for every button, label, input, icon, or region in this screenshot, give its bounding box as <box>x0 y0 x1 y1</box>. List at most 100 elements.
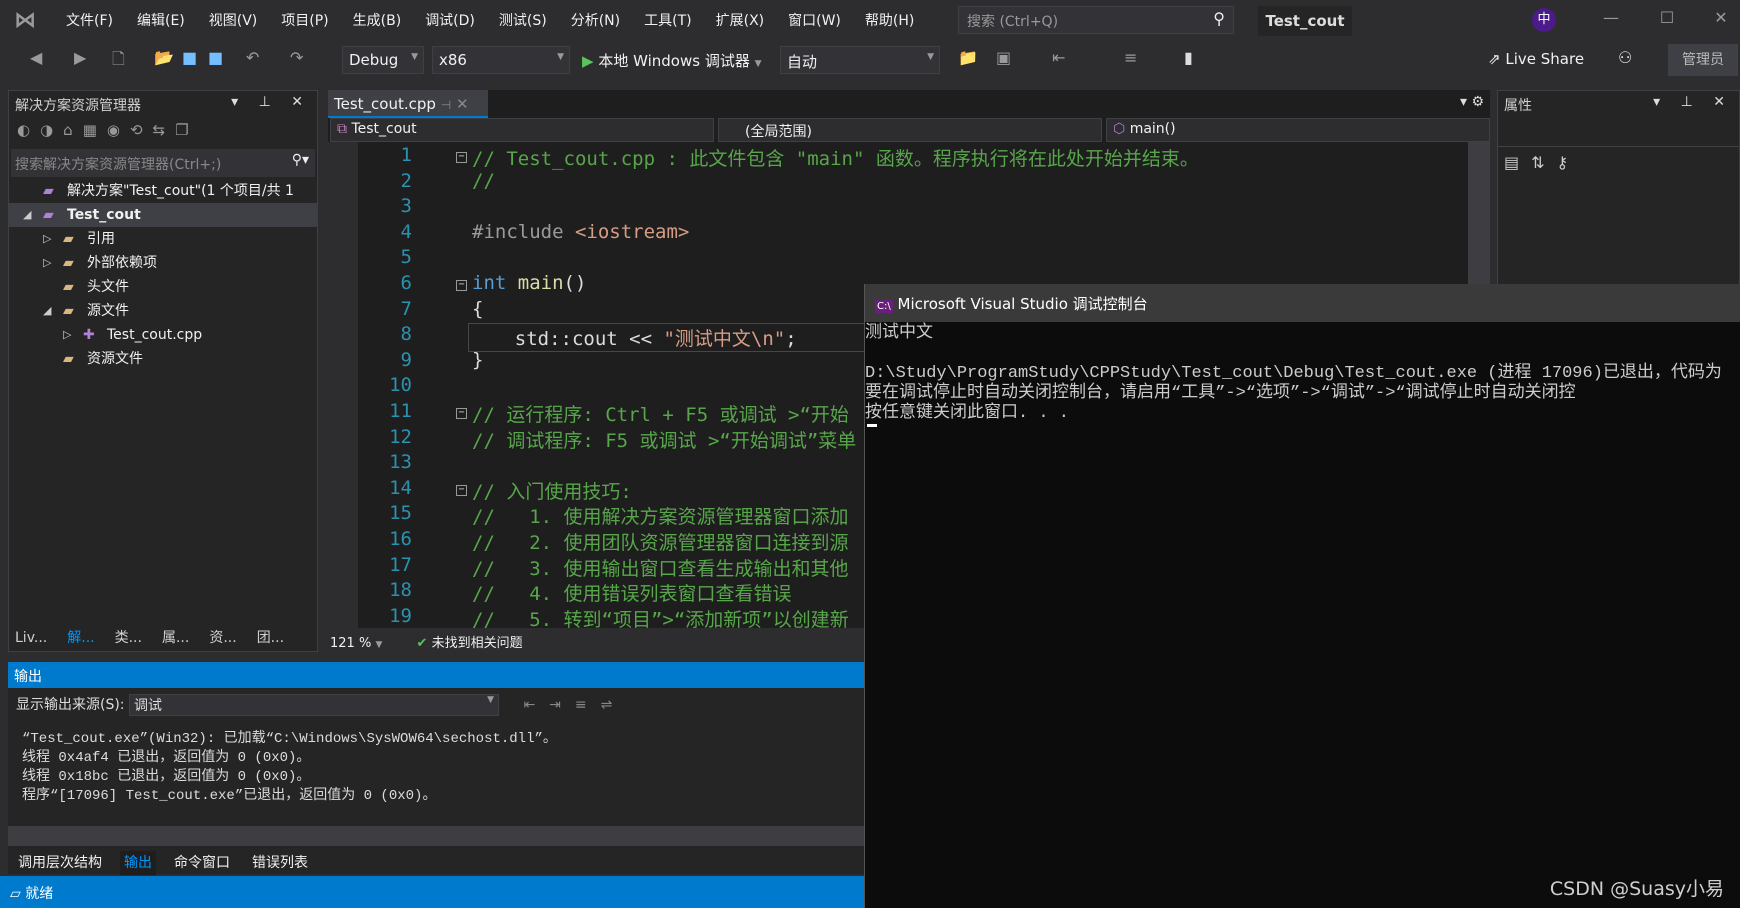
panel-controls[interactable]: ▾ ⊥ ✕ <box>1653 94 1733 110</box>
comment-icon[interactable]: ≡ <box>1124 48 1137 67</box>
solution-search-input[interactable]: 搜索解决方案资源管理器(Ctrl+;) ⚲▾ <box>11 149 315 177</box>
menu-item[interactable]: 项目(P) <box>269 10 340 30</box>
line-number: 10 <box>389 374 412 397</box>
run-mode-dropdown[interactable]: 自动 ▼ <box>780 46 940 74</box>
close-tab-icon[interactable]: ✕ <box>456 95 469 113</box>
menu-item[interactable]: 窗口(W) <box>776 10 853 30</box>
menu-item[interactable]: 扩展(X) <box>704 10 777 30</box>
menu-item[interactable]: 分析(N) <box>559 10 632 30</box>
expander-icon[interactable]: ◢ <box>43 299 51 323</box>
live-share-button[interactable]: ⇗ Live Share <box>1488 50 1584 68</box>
find-in-files-icon[interactable]: 📁 <box>958 48 978 67</box>
solution-toolbar[interactable]: ◐◑⌂▦◉⟲⇆❐ <box>9 117 317 149</box>
console-title-bar[interactable]: C:\ Microsoft Visual Studio 调试控制台 <box>865 284 1740 322</box>
member-nav-dropdown[interactable]: ⬡ main() <box>1106 118 1490 142</box>
tree-item[interactable]: ▷ ▰ 外部依赖项 <box>9 251 317 275</box>
feedback-icon[interactable]: ⚇ <box>1618 48 1632 67</box>
watermark: CSDN @Suasy小易 <box>1549 878 1724 900</box>
left-panel-tab[interactable]: 类... <box>115 630 142 646</box>
output-tab[interactable]: 错误列表 <box>248 851 312 875</box>
tree-item[interactable]: ▰解决方案"Test_cout"(1 个项目/共 1 个) <box>9 179 317 223</box>
code-line: } <box>472 349 483 371</box>
maximize-button[interactable]: ☐ <box>1652 8 1682 27</box>
scope-nav-dropdown[interactable]: (全局范围) <box>718 118 1102 142</box>
expander-icon[interactable]: ▷ <box>43 227 51 251</box>
live-share-label: Live Share <box>1505 50 1585 68</box>
menu-item[interactable]: 文件(F) <box>54 10 125 30</box>
step-icon[interactable]: ⇤ <box>1052 48 1065 67</box>
new-project-icon[interactable]: 🗋 <box>112 48 125 75</box>
fold-toggle-icon[interactable]: − <box>456 484 467 496</box>
platform-dropdown[interactable]: x86 ▼ <box>432 46 570 74</box>
project-nav-dropdown[interactable]: ⧉ Test_cout <box>330 118 714 142</box>
line-number: 8 <box>400 323 412 346</box>
left-panel-tab[interactable]: 属... <box>162 630 189 646</box>
output-source-dropdown[interactable]: 调试 ▼ <box>128 694 499 716</box>
expander-icon[interactable]: ▷ <box>43 251 51 275</box>
menu-item[interactable]: 工具(T) <box>632 10 703 30</box>
menu-item[interactable]: 生成(B) <box>341 10 414 30</box>
save-all-icon[interactable]: ■ <box>208 48 223 67</box>
status-text: 就绪 <box>25 886 54 902</box>
menu-item[interactable]: 帮助(H) <box>853 10 926 30</box>
tree-item[interactable]: ◢ ▰ 源文件 <box>9 299 317 323</box>
output-panel: 输出 显示输出来源(S): 调试 ▼ ⇤⇥≡⇌ “Test_cout.exe”(W… <box>8 662 864 875</box>
output-line: 程序“[17096] Test_cout.exe”已退出，返回值为 0 (0x0… <box>22 788 437 804</box>
code-token: // 3. 使用输出窗口查看生成输出和其他 <box>472 557 849 580</box>
tree-item-label: 外部依赖项 <box>87 255 157 271</box>
menu-item[interactable]: 视图(V) <box>197 10 270 30</box>
menu-item[interactable]: 测试(S) <box>487 10 559 30</box>
editor-options-icon[interactable]: ▾ ⚙ <box>1460 94 1484 110</box>
tree-item[interactable]: ◢ ▰ Test_cout <box>9 203 317 227</box>
tab-test-cout-cpp[interactable]: Test_cout.cpp ⊣ ✕ <box>328 90 488 118</box>
close-window-button[interactable]: ✕ <box>1706 8 1736 27</box>
fold-toggle-icon[interactable]: − <box>456 408 467 419</box>
save-icon[interactable]: ■ <box>182 48 197 67</box>
console-output: 测试中文 D:\Study\ProgramStudy\CPPStudy\Test_… <box>865 322 1740 424</box>
back-icon[interactable]: ◀ <box>30 48 42 67</box>
properties-toolbar[interactable]: ▤⇅⚷ <box>1498 147 1739 178</box>
code-token: // 调试程序: F5 或调试 >“开始调试”菜单 <box>472 429 857 452</box>
browser-icon[interactable]: ▣ <box>996 48 1011 67</box>
horizontal-scrollbar[interactable] <box>8 826 864 846</box>
output-actions[interactable]: ⇤⇥≡⇌ <box>523 697 626 713</box>
properties-object-dropdown[interactable] <box>1498 117 1739 147</box>
undo-icon[interactable]: ↶ <box>246 48 259 67</box>
config-dropdown[interactable]: Debug ▼ <box>342 46 424 74</box>
pin-icon[interactable]: ⊣ <box>441 98 451 112</box>
left-panel-tab[interactable]: Liv... <box>15 630 47 646</box>
open-file-icon[interactable]: 📂 <box>154 48 174 67</box>
minimize-button[interactable]: — <box>1596 8 1626 27</box>
redo-icon[interactable]: ↷ <box>290 48 303 67</box>
fold-toggle-icon[interactable]: − <box>456 280 467 291</box>
bookmark-icon[interactable]: ▮ <box>1184 48 1193 67</box>
output-tab[interactable]: 命令窗口 <box>170 851 234 875</box>
expander-icon[interactable]: ◢ <box>23 203 31 227</box>
search-box[interactable]: 搜索 (Ctrl+Q) ⚲ <box>958 6 1234 34</box>
nav-member: main() <box>1129 121 1176 137</box>
output-tab[interactable]: 调用层次结构 <box>14 851 106 875</box>
tab-label: Test_cout.cpp <box>334 95 436 113</box>
forward-icon[interactable]: ▶ <box>74 48 86 67</box>
tree-item-label: 头文件 <box>87 279 129 295</box>
ime-indicator[interactable]: 中 <box>1532 8 1556 32</box>
start-debug-button[interactable]: ▶ 本地 Windows 调试器 ▼ <box>582 50 762 71</box>
left-panel-tab[interactable]: 解... <box>67 630 94 646</box>
line-number: 4 <box>400 220 412 243</box>
debug-console-window[interactable]: C:\ Microsoft Visual Studio 调试控制台 测试中文 D:… <box>864 284 1740 908</box>
zoom-level[interactable]: 121 % <box>330 636 371 651</box>
tree-item[interactable]: ▰ 头文件 <box>9 275 317 299</box>
menu-item[interactable]: 编辑(E) <box>125 10 197 30</box>
tree-item[interactable]: ▷ ✚ Test_cout.cpp <box>9 323 317 347</box>
output-tab[interactable]: 输出 <box>120 851 156 875</box>
expander-icon[interactable]: ▷ <box>63 323 71 347</box>
left-panel-tab[interactable]: 团... <box>257 630 284 646</box>
panel-controls[interactable]: ▾ ⊥ ✕ <box>231 94 311 110</box>
fold-toggle-icon[interactable]: − <box>456 152 467 163</box>
tree-item[interactable]: ▰ 资源文件 <box>9 347 317 371</box>
line-number: 7 <box>400 297 412 320</box>
tree-item[interactable]: ▷ ▰ 引用 <box>9 227 317 251</box>
left-panel-tab[interactable]: 资... <box>209 630 236 646</box>
issues-status[interactable]: 未找到相关问题 <box>432 636 523 651</box>
menu-item[interactable]: 调试(D) <box>413 10 487 30</box>
